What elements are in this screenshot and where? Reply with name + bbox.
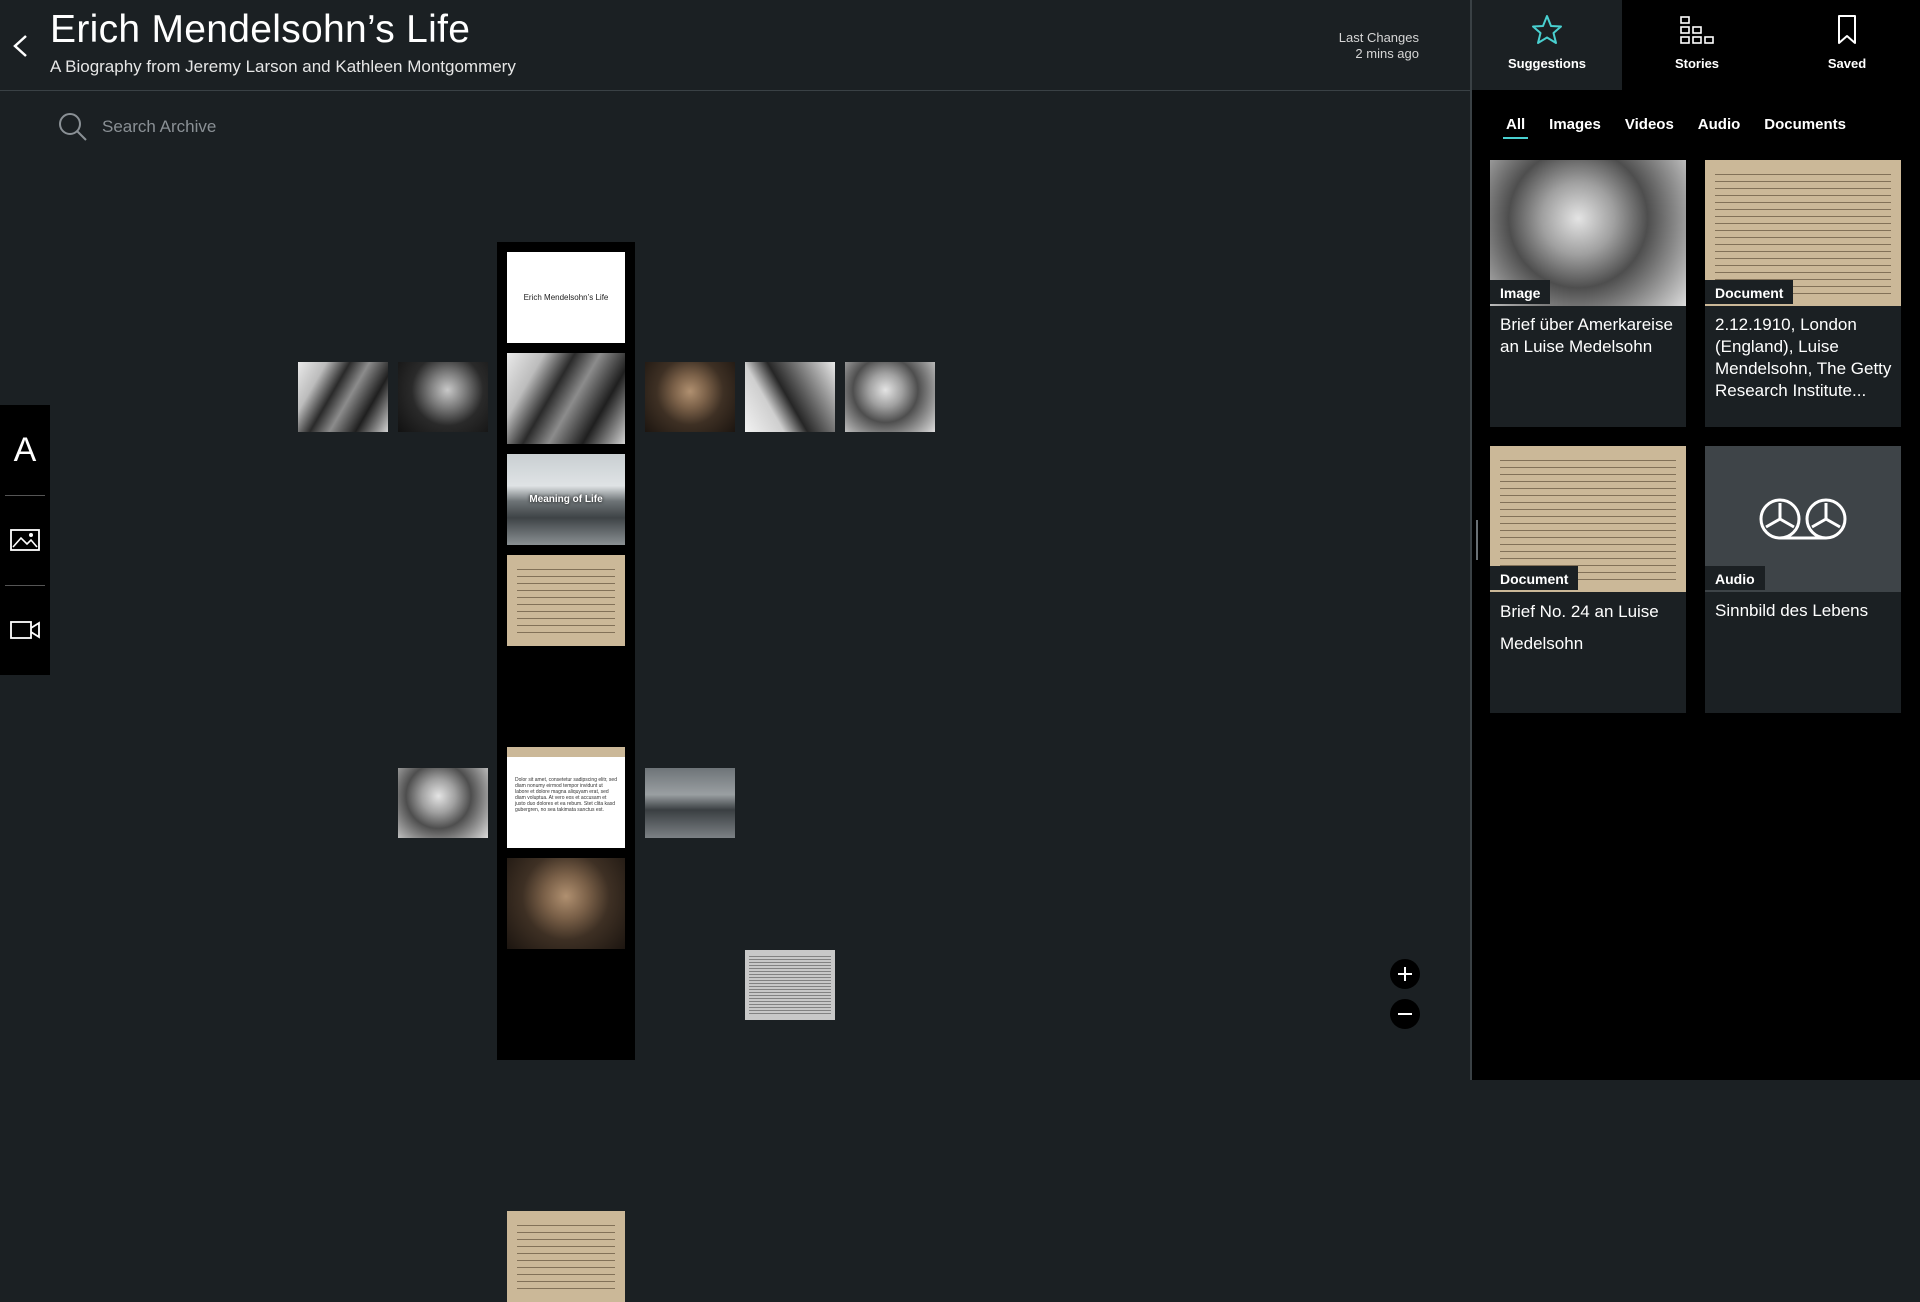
tab-stories[interactable]: Stories <box>1622 0 1772 90</box>
photo-tile[interactable] <box>507 353 625 444</box>
filter-images[interactable]: Images <box>1549 116 1601 137</box>
suggestion-card[interactable]: Document Brief No. 24 an Luise Medelsohn <box>1490 446 1686 713</box>
photo-tile[interactable] <box>645 362 735 432</box>
photo-tile[interactable] <box>507 858 625 949</box>
last-changes-info: Last Changes 2 mins ago <box>1339 30 1419 62</box>
media-filter-bar: All Images Videos Audio Documents <box>1502 116 1846 139</box>
video-camera-icon <box>10 621 40 639</box>
filter-videos[interactable]: Videos <box>1625 116 1674 137</box>
card-type-badge: Image <box>1490 280 1551 304</box>
writing-photo <box>745 362 835 432</box>
card-type-badge: Document <box>1705 280 1794 304</box>
filter-documents[interactable]: Documents <box>1764 116 1846 137</box>
add-text-tool[interactable]: A <box>0 405 50 495</box>
search-input[interactable] <box>102 117 442 137</box>
tab-saved[interactable]: Saved <box>1772 0 1920 90</box>
panel-resize-handle[interactable] <box>1476 520 1478 560</box>
search-bar <box>58 110 458 144</box>
story-title-tile-text: Erich Mendelsohn’s Life <box>523 293 609 302</box>
photo-tile[interactable] <box>398 362 488 432</box>
photo-tile[interactable] <box>845 362 935 432</box>
suggestions-panel: Suggestions Stories Saved All Images Vid… <box>1470 0 1920 1080</box>
portrait-photo <box>507 858 625 949</box>
suggestion-card[interactable]: Image Brief über Amerkareise an Luise Me… <box>1490 160 1686 427</box>
audio-reel-icon <box>1759 498 1847 540</box>
smiling-man-photo <box>845 362 935 432</box>
meaning-of-life-tile[interactable]: Meaning of Life <box>507 454 625 545</box>
add-image-tool[interactable] <box>0 495 50 585</box>
zoom-out-button[interactable] <box>1390 999 1420 1029</box>
chevron-left-icon <box>13 35 27 57</box>
card-title: Brief über Amerkareise an Luise Medelsoh… <box>1500 315 1673 356</box>
story-title-tile[interactable]: Erich Mendelsohn’s Life <box>507 252 625 343</box>
letter-document-tile[interactable] <box>507 1211 625 1302</box>
couple-photo <box>298 362 388 432</box>
main-canvas-area: Erich Mendelsohn’s Life A Biography from… <box>0 0 1470 1302</box>
photo-tile[interactable] <box>298 362 388 432</box>
zoom-in-button[interactable] <box>1390 959 1420 989</box>
filter-all[interactable]: All <box>1502 116 1529 139</box>
card-type-badge: Audio <box>1705 566 1765 590</box>
search-icon <box>59 113 87 141</box>
last-changes-value: 2 mins ago <box>1355 46 1419 61</box>
text-tool-icon: A <box>13 430 37 469</box>
couple-photo <box>507 353 625 444</box>
page-title: Erich Mendelsohn’s Life <box>50 8 471 51</box>
card-type-badge: Document <box>1490 566 1579 590</box>
page-subtitle: A Biography from Jeremy Larson and Kathl… <box>50 57 516 76</box>
text-note-tile[interactable]: Dolor sit amet, consetetur sadipscing el… <box>507 757 625 848</box>
tool-palette: A <box>0 405 50 675</box>
text-note-content: Dolor sit amet, consetetur sadipscing el… <box>515 777 617 813</box>
plus-icon <box>1398 967 1412 981</box>
last-changes-label: Last Changes <box>1338 30 1419 45</box>
image-icon <box>10 529 40 551</box>
tab-suggestions-label: Suggestions <box>1507 56 1586 71</box>
tab-suggestions[interactable]: Suggestions <box>1472 0 1622 90</box>
text-document-tile[interactable] <box>745 950 835 1020</box>
minus-icon <box>1398 1013 1412 1015</box>
card-title: Brief No. 24 an Luise Medelsohn <box>1500 602 1659 653</box>
add-video-tool[interactable] <box>0 585 50 675</box>
card-title: Sinnbild des Lebens <box>1715 601 1869 620</box>
bookmark-icon <box>1838 15 1856 44</box>
tab-stories-label: Stories <box>1674 56 1720 71</box>
filter-audio[interactable]: Audio <box>1698 116 1741 137</box>
star-icon <box>1532 15 1562 44</box>
suggestion-card[interactable]: Audio Sinnbild des Lebens <box>1705 446 1901 713</box>
card-title: 2.12.1910, London (England), Luise Mende… <box>1715 315 1892 400</box>
back-button[interactable] <box>8 30 32 62</box>
photo-tile[interactable] <box>745 362 835 432</box>
suggestion-card[interactable]: Document 2.12.1910, London (England), Lu… <box>1705 160 1901 427</box>
portrait-photo <box>645 362 735 432</box>
panel-tabs: Suggestions Stories Saved <box>1472 0 1920 90</box>
photo-tile[interactable] <box>645 768 735 838</box>
meaning-of-life-label: Meaning of Life <box>529 494 603 505</box>
header: Erich Mendelsohn’s Life A Biography from… <box>0 0 1470 91</box>
stories-icon <box>1680 16 1714 44</box>
smiling-man-photo <box>398 768 488 838</box>
photo-tile[interactable] <box>398 768 488 838</box>
street-photo <box>645 768 735 838</box>
drawing-photo <box>398 362 488 432</box>
tab-saved-label: Saved <box>1827 56 1867 71</box>
letter-document-tile[interactable] <box>507 555 625 646</box>
